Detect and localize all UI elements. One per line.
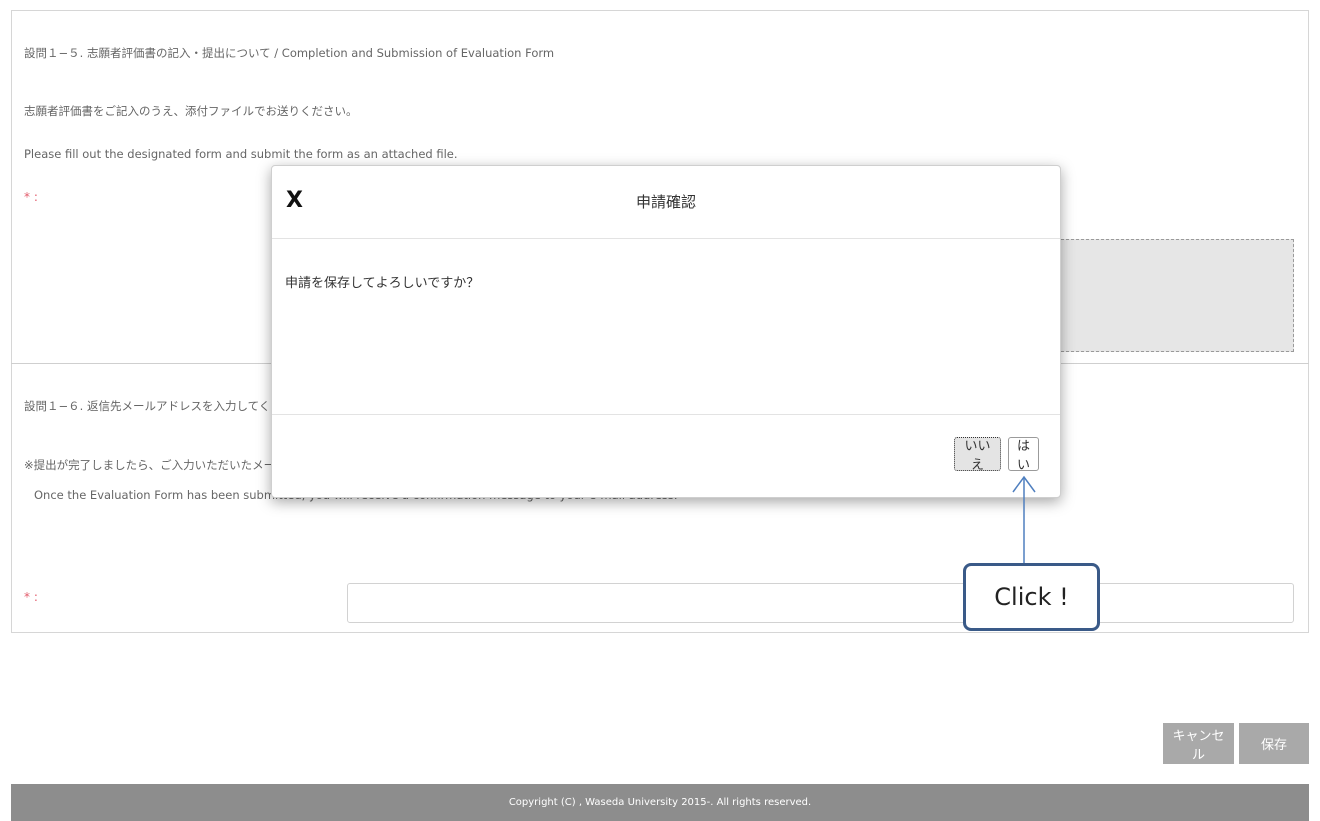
- callout-arrow: [1012, 475, 1036, 565]
- callout-text: Click !: [994, 583, 1069, 611]
- click-callout: Click !: [963, 563, 1100, 631]
